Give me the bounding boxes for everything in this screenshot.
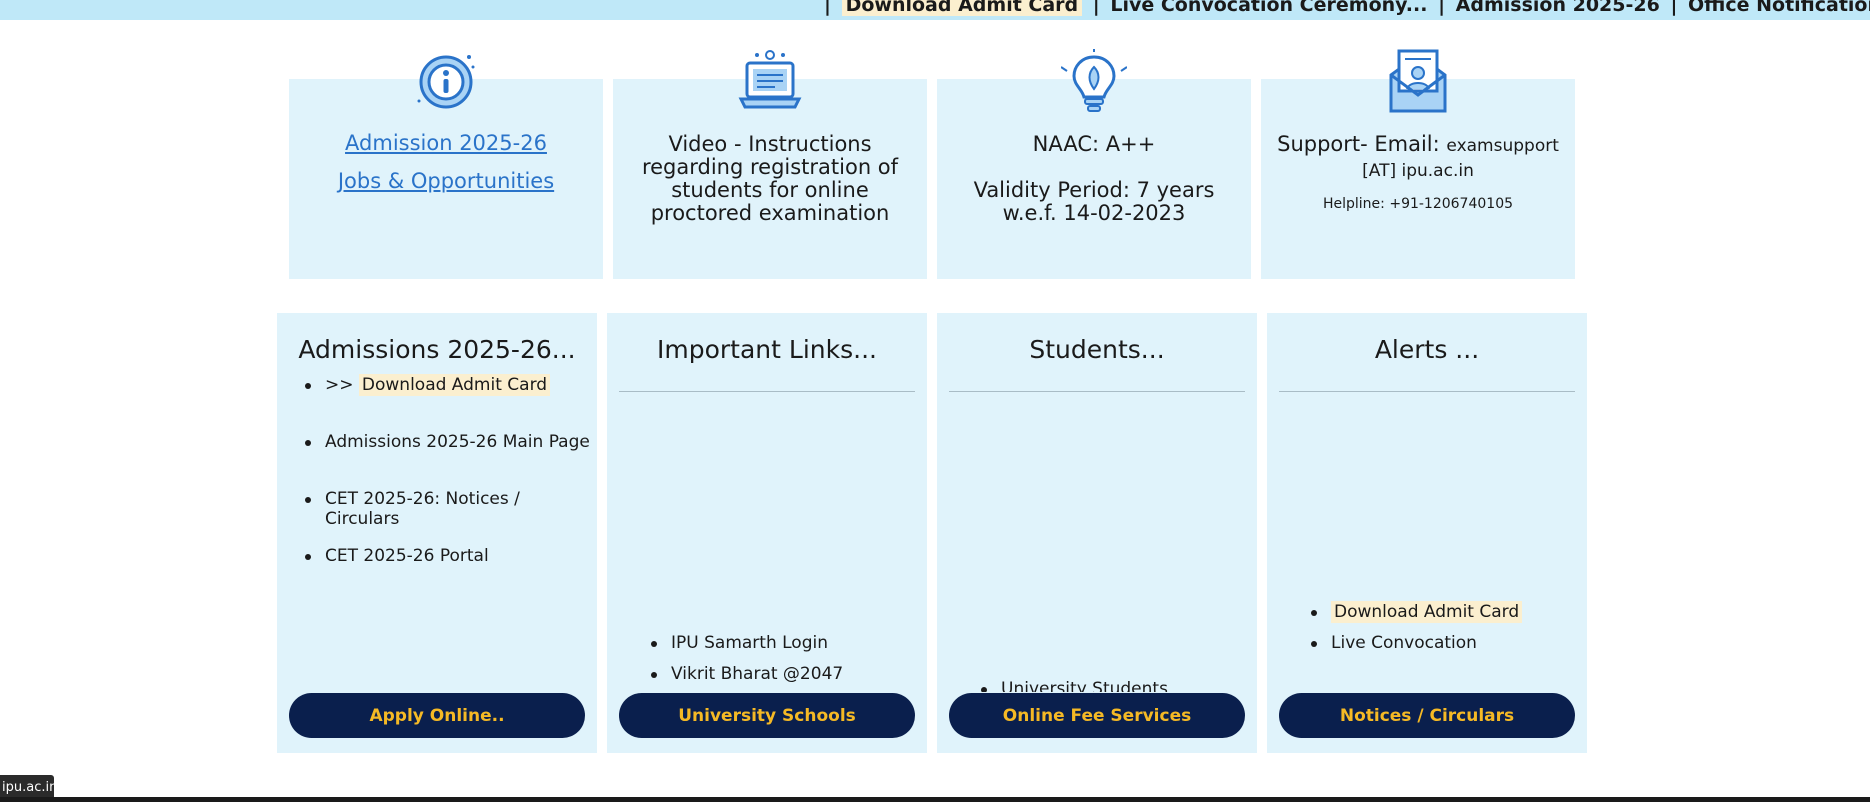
cet-notices-link[interactable]: CET 2025-26: Notices / Circulars [325, 489, 520, 529]
panel-title: Admissions 2025-26... [298, 335, 576, 364]
video-instructions-text: Video - Instructions regarding registrat… [641, 132, 899, 225]
list-item[interactable]: Download Admit Card [1307, 601, 1523, 633]
cet-portal-link[interactable]: CET 2025-26 Portal [325, 546, 489, 566]
bottom-edge [0, 797, 1870, 802]
support-email-line: Support- Email: examsupport [AT] ipu.ac.… [1261, 133, 1575, 183]
email-icon [1389, 49, 1447, 113]
divider [619, 391, 915, 392]
admit-card-link[interactable]: Download Admit Card [358, 374, 551, 396]
alerts-list: Download Admit Card Live Convocation [1307, 601, 1523, 664]
scrolling-list-window: University Students [937, 663, 1257, 692]
info-card-admission: Admission 2025-26 Jobs & Opportunities [289, 55, 603, 279]
lightbulb-icon [1061, 49, 1127, 112]
panel-students: Students... University Students Online F… [937, 313, 1257, 753]
vikrit-bharat-link[interactable]: Vikrit Bharat @2047 [671, 664, 843, 684]
panel-title: Alerts ... [1374, 335, 1480, 364]
page: | Download Admit Card | Live Convocation… [0, 0, 1870, 802]
panel-title: Important Links... [657, 335, 877, 364]
ticker-item-convocation[interactable]: Live Convocation Ceremony... [1110, 0, 1427, 16]
alert-convocation-link[interactable]: Live Convocation [1331, 633, 1477, 653]
naac-grade: NAAC: A++ [1032, 132, 1156, 156]
university-students-link[interactable]: University Students [1001, 679, 1168, 692]
important-links-list: IPU Samarth Login Vikrit Bharat @2047 [647, 633, 843, 692]
list-item[interactable]: Admissions 2025-26 Main Page [301, 432, 597, 489]
ticker-item-admit-card[interactable]: Download Admit Card [841, 0, 1083, 16]
info-icon [417, 55, 475, 109]
university-schools-button[interactable]: University Schools [619, 693, 915, 738]
admissions-list: >> Download Admit Card Admissions 2025-2… [301, 374, 597, 603]
scrolling-list-window: IPU Samarth Login Vikrit Bharat @2047 [607, 633, 927, 692]
online-fee-services-button[interactable]: Online Fee Services [949, 693, 1245, 738]
students-list: University Students [977, 679, 1168, 692]
info-card-naac: NAAC: A++ Validity Period: 7 years w.e.f… [937, 49, 1251, 279]
info-card-support: Support- Email: examsupport [AT] ipu.ac.… [1261, 49, 1575, 279]
list-item[interactable]: IPU Samarth Login [647, 633, 843, 664]
panel-title: Students... [1029, 335, 1165, 364]
notices-circulars-button[interactable]: Notices / Circulars [1279, 693, 1575, 738]
naac-validity: Validity Period: 7 years w.e.f. 14-02-20… [973, 178, 1215, 225]
list-item[interactable]: Live Convocation [1307, 633, 1522, 664]
helpline-text: Helpline: +91-1206740105 [1322, 196, 1514, 212]
panel-alerts: Alerts ... Download Admit Card Live Conv… [1267, 313, 1587, 753]
panel-important-links: Important Links... IPU Samarth Login Vik… [607, 313, 927, 753]
news-ticker: | Download Admit Card | Live Convocation… [0, 0, 1870, 20]
alert-admit-card-link[interactable]: Download Admit Card [1331, 601, 1523, 623]
list-item[interactable]: Vikrit Bharat @2047 [647, 664, 843, 692]
list-item[interactable]: CET 2025-26: Notices / Circulars [301, 489, 597, 546]
divider [949, 391, 1245, 392]
ticker-item-notification[interactable]: Office Notification Regarding Examin [1688, 0, 1870, 16]
ticker-separator: | [1670, 0, 1678, 16]
apply-online-button[interactable]: Apply Online.. [289, 693, 585, 738]
ticker-content: | Download Admit Card | Live Convocation… [820, 0, 1870, 16]
info-card-video[interactable]: Video - Instructions regarding registrat… [613, 50, 927, 279]
jobs-opportunities-link[interactable]: Jobs & Opportunities [289, 169, 603, 193]
admissions-main-link[interactable]: Admissions 2025-26 Main Page [325, 432, 590, 452]
ticker-separator: | [1438, 0, 1446, 16]
list-item[interactable]: >> Download Admit Card [301, 374, 597, 432]
prefix-arrows: >> [325, 375, 354, 395]
ticker-item-admission[interactable]: Admission 2025-26 [1456, 0, 1660, 16]
admission-link[interactable]: Admission 2025-26 [289, 131, 603, 155]
samarth-login-link[interactable]: IPU Samarth Login [671, 633, 828, 653]
panel-admissions: Admissions 2025-26... >> Download Admit … [277, 313, 597, 753]
laptop-icon [738, 50, 802, 109]
divider [1279, 391, 1575, 392]
list-item[interactable]: University Students [977, 679, 1168, 692]
ticker-separator: | [1092, 0, 1100, 16]
list-item[interactable]: CET 2025-26 Portal [301, 546, 597, 603]
ticker-separator: | [824, 0, 831, 16]
support-email-label: Support- Email: [1277, 132, 1440, 156]
